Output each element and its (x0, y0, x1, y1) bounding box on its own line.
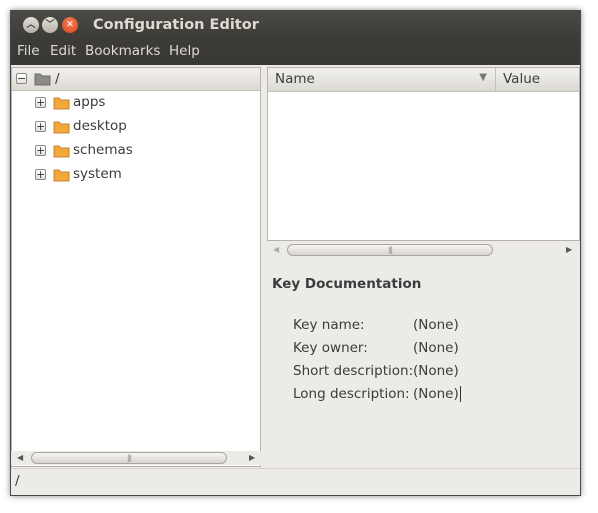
folder-icon (53, 121, 70, 134)
menu-edit[interactable]: Edit (50, 43, 76, 59)
menu-help[interactable]: Help (169, 43, 200, 59)
tree-item-label: apps (73, 94, 106, 110)
scroll-thumb[interactable]: ||| (31, 452, 227, 464)
maximize-icon[interactable]: ﹀ (42, 17, 58, 33)
tree-item-label: desktop (73, 118, 127, 134)
scroll-thumb[interactable]: ||| (287, 244, 493, 256)
tree-pane[interactable]: − / + apps + desktop + schemas + system (11, 67, 261, 467)
key-name-label: Key name: (293, 317, 365, 333)
tree-item-label: schemas (73, 142, 133, 158)
column-value-label: Value (503, 71, 541, 87)
tree-root-row[interactable]: − / (12, 68, 260, 91)
scroll-left-icon[interactable]: ◀ (17, 453, 23, 462)
key-owner-label: Key owner: (293, 340, 368, 356)
long-description-label: Long description: (293, 386, 410, 402)
window-title: Configuration Editor (93, 17, 259, 33)
key-name-value: (None) (413, 317, 459, 333)
folder-icon (53, 145, 70, 158)
list-hscrollbar[interactable]: ◀ ||| ▶ (267, 243, 580, 257)
column-name-label: Name (275, 71, 315, 87)
tree-hscrollbar[interactable]: ◀ ||| ▶ (11, 451, 261, 465)
main-area: − / + apps + desktop + schemas + system … (11, 65, 580, 467)
app-window: ︿ ﹀ ✕ Configuration Editor File Edit Boo… (10, 10, 581, 496)
column-header-name[interactable]: Name ▼ (268, 68, 496, 92)
expand-icon[interactable]: + (35, 97, 46, 108)
menubar: File Edit Bookmarks Help (11, 39, 580, 65)
tree-item-label: system (73, 166, 122, 182)
tree-root-label: / (55, 71, 60, 87)
scroll-right-icon[interactable]: ▶ (566, 245, 572, 254)
collapse-root-icon[interactable]: − (16, 73, 27, 84)
titlebar: ︿ ﹀ ✕ Configuration Editor (11, 11, 580, 39)
key-list[interactable]: Name ▼ Value (267, 67, 580, 241)
scroll-right-icon[interactable]: ▶ (249, 453, 255, 462)
expand-icon[interactable]: + (35, 169, 46, 180)
folder-icon (53, 169, 70, 182)
minimize-icon[interactable]: ︿ (23, 17, 39, 33)
doc-title: Key Documentation (272, 276, 422, 292)
menu-bookmarks[interactable]: Bookmarks (85, 43, 160, 59)
expand-icon[interactable]: + (35, 145, 46, 156)
folder-icon (34, 73, 51, 86)
scroll-left-icon[interactable]: ◀ (273, 245, 279, 254)
short-description-value: (None) (413, 363, 459, 379)
statusbar: / (11, 468, 580, 495)
column-header-value[interactable]: Value (496, 68, 579, 92)
expand-icon[interactable]: + (35, 121, 46, 132)
menu-file[interactable]: File (17, 43, 40, 59)
folder-icon (53, 97, 70, 110)
long-description-value[interactable]: (None) (413, 386, 461, 402)
sort-desc-icon: ▼ (479, 72, 487, 83)
short-description-label: Short description: (293, 363, 414, 379)
key-owner-value: (None) (413, 340, 459, 356)
close-icon[interactable]: ✕ (62, 17, 78, 33)
status-path: / (15, 473, 20, 489)
